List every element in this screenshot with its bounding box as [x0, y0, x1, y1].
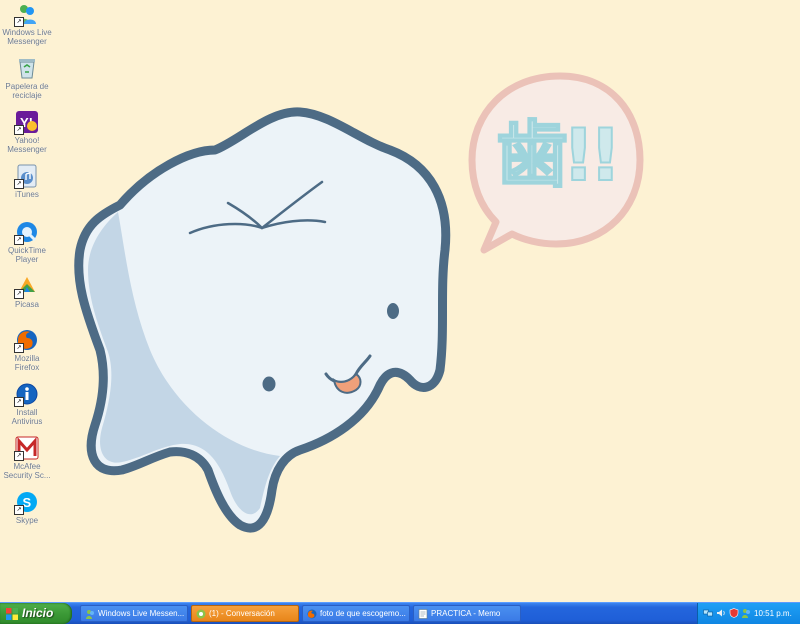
- taskbar: Inicio Windows Live Messen... (1) - Conv…: [0, 602, 800, 624]
- shortcut-arrow-icon: ↗: [14, 505, 24, 515]
- shortcut-arrow-icon: ↗: [14, 179, 24, 189]
- desktop-icon-label: Windows Live Messenger: [2, 28, 52, 46]
- firefox-icon: [307, 609, 317, 619]
- taskbar-task-notepad[interactable]: PRACTICA - Memo: [413, 605, 521, 622]
- quicktime-icon: ↗: [14, 220, 39, 245]
- skype-icon: S ↗: [14, 490, 39, 515]
- desktop-icon-quicktime[interactable]: ↗ QuickTime Player: [2, 220, 52, 264]
- shortcut-arrow-icon: ↗: [14, 397, 24, 407]
- shortcut-arrow-icon: ↗: [14, 289, 24, 299]
- chat-icon: [196, 609, 206, 619]
- desktop-icon-picasa[interactable]: ↗ Picasa: [2, 274, 52, 309]
- desktop-icon-label: McAfee Security Sc...: [3, 462, 51, 480]
- taskbar-clock[interactable]: 10:51 p.m.: [754, 603, 792, 624]
- volume-icon[interactable]: [716, 608, 726, 618]
- desktop-icon-messenger[interactable]: ↗ Windows Live Messenger: [2, 2, 52, 46]
- desktop-icon-mcafee[interactable]: ↗ McAfee Security Sc...: [2, 436, 52, 480]
- security-icon[interactable]: [729, 608, 739, 618]
- itunes-icon: ↗: [14, 164, 39, 189]
- yahoo-messenger-icon: Y! ↗: [14, 110, 39, 135]
- antivirus-icon: ↗: [14, 382, 39, 407]
- shortcut-arrow-icon: ↗: [14, 17, 24, 27]
- shortcut-arrow-icon: ↗: [14, 343, 24, 353]
- taskbar-task-messenger[interactable]: Windows Live Messen...: [80, 605, 188, 622]
- desktop-icon-label: Skype: [15, 516, 39, 525]
- desktop-icon-label: QuickTime Player: [8, 246, 46, 264]
- picasa-icon: ↗: [14, 274, 39, 299]
- shortcut-arrow-icon: ↗: [14, 451, 24, 461]
- network-icon[interactable]: [703, 608, 713, 618]
- desktop-icon-label: Install Antivirus: [11, 408, 43, 426]
- desktop-icon-label: Papelera de reciclaje: [5, 82, 49, 100]
- desktop-icon-yahoo-messenger[interactable]: Y! ↗ Yahoo! Messenger: [2, 110, 52, 154]
- recycle-bin-icon: [15, 56, 39, 80]
- firefox-icon: ↗: [14, 328, 39, 353]
- task-label: PRACTICA - Memo: [431, 609, 501, 618]
- messenger-icon: [86, 610, 94, 619]
- desktop-icon-install-antivirus[interactable]: ↗ Install Antivirus: [2, 382, 52, 426]
- taskbar-task-conversation[interactable]: (1) - Conversación: [191, 605, 299, 622]
- desktop-icon-label: Yahoo! Messenger: [7, 136, 47, 154]
- shortcut-arrow-icon: ↗: [14, 235, 24, 245]
- task-label: (1) - Conversación: [209, 609, 275, 618]
- tooth-character: [74, 107, 451, 533]
- speech-bubble-text: 歯!!: [495, 112, 623, 198]
- shortcut-arrow-icon: ↗: [14, 125, 24, 135]
- desktop-icon-firefox[interactable]: ↗ Mozilla Firefox: [2, 328, 52, 372]
- messenger-icon: ↗: [14, 2, 39, 27]
- start-button-label: Inicio: [22, 606, 54, 620]
- desktop-icon-itunes[interactable]: ↗ iTunes: [2, 164, 52, 199]
- desktop-icon-label: Mozilla Firefox: [14, 354, 40, 372]
- desktop: 歯!! ↗ Windows Live Messenger Papelera de…: [0, 0, 800, 602]
- desktop-icon-label: Picasa: [14, 300, 39, 309]
- desktop-icon-label: iTunes: [15, 190, 39, 199]
- taskbar-task-firefox[interactable]: foto de que escogemo...: [302, 605, 410, 622]
- desktop-icon-recycle-bin[interactable]: Papelera de reciclaje: [2, 56, 52, 100]
- messenger-tray-icon[interactable]: [741, 608, 751, 618]
- system-tray: 10:51 p.m.: [697, 603, 800, 624]
- notepad-icon: [418, 609, 428, 619]
- mcafee-icon: ↗: [14, 436, 39, 461]
- wallpaper-tooth-illustration: [74, 72, 644, 533]
- task-label: Windows Live Messen...: [98, 609, 184, 618]
- windows-logo-icon: [6, 608, 18, 620]
- task-label: foto de que escogemo...: [320, 609, 406, 618]
- start-button[interactable]: Inicio: [0, 603, 72, 624]
- desktop-icon-skype[interactable]: S ↗ Skype: [2, 490, 52, 525]
